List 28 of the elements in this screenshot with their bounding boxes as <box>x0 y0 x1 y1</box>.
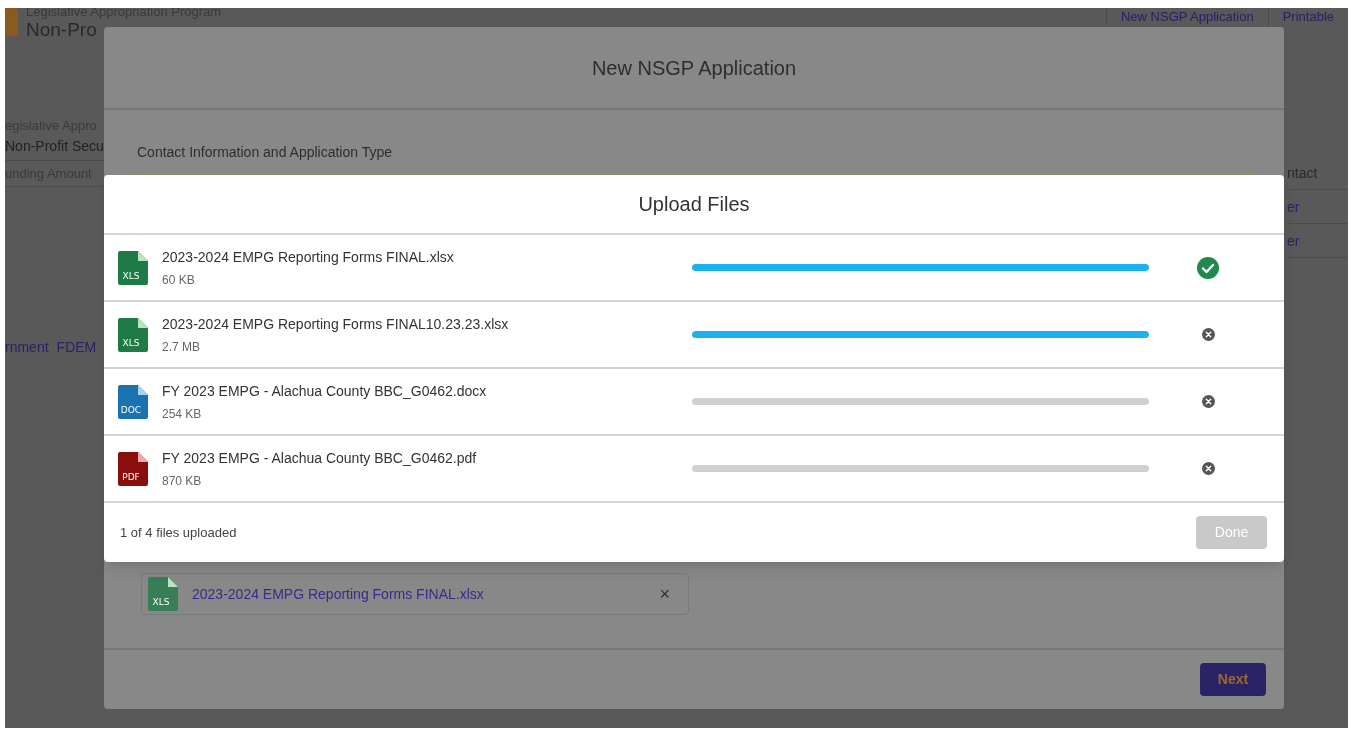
file-name: 2023-2024 EMPG Reporting Forms FINAL.xlsx <box>162 247 455 267</box>
upload-status: 1 of 4 files uploaded <box>120 523 237 542</box>
file-name: FY 2023 EMPG - Alachua County BBC_G0462.pdf <box>162 448 478 468</box>
remove-button[interactable]: × <box>659 580 670 608</box>
file-name: FY 2023 EMPG - Alachua County BBC_G0462.docx <box>162 381 488 401</box>
file-size: 60 KB <box>162 271 196 289</box>
header-button[interactable]: Printable <box>1267 8 1348 26</box>
cancel-icon[interactable] <box>1202 462 1215 475</box>
file-icon: XLS <box>118 250 148 285</box>
cancel-icon[interactable] <box>1202 395 1215 408</box>
app-logo-icon <box>5 8 18 36</box>
field-value: Non-Profit Secu <box>5 136 105 156</box>
file-icon: PDF <box>118 451 148 486</box>
cancel-icon[interactable] <box>1202 328 1215 341</box>
file-icon: XLS <box>118 317 148 352</box>
header-button[interactable]: New NSGP Application <box>1105 8 1268 26</box>
link[interactable]: FDEM <box>56 337 97 358</box>
file-size: 870 KB <box>162 472 203 490</box>
section-title: Contact Information and Application Type <box>137 144 392 160</box>
modal-title: New NSGP Application <box>591 55 797 81</box>
modal-title: Upload Files <box>638 192 750 217</box>
file-size: 254 KB <box>162 405 203 423</box>
file-size: 2.7 MB <box>162 338 201 356</box>
next-button[interactable]: Next <box>1200 663 1266 696</box>
file-name: 2023-2024 EMPG Reporting Forms FINAL10.23.23.xlsx <box>162 314 510 334</box>
file-icon: DOC <box>118 384 148 419</box>
file-icon: XLS <box>148 577 178 611</box>
attachment-link[interactable]: 2023-2024 EMPG Reporting Forms FINAL.xlsx <box>192 583 646 605</box>
